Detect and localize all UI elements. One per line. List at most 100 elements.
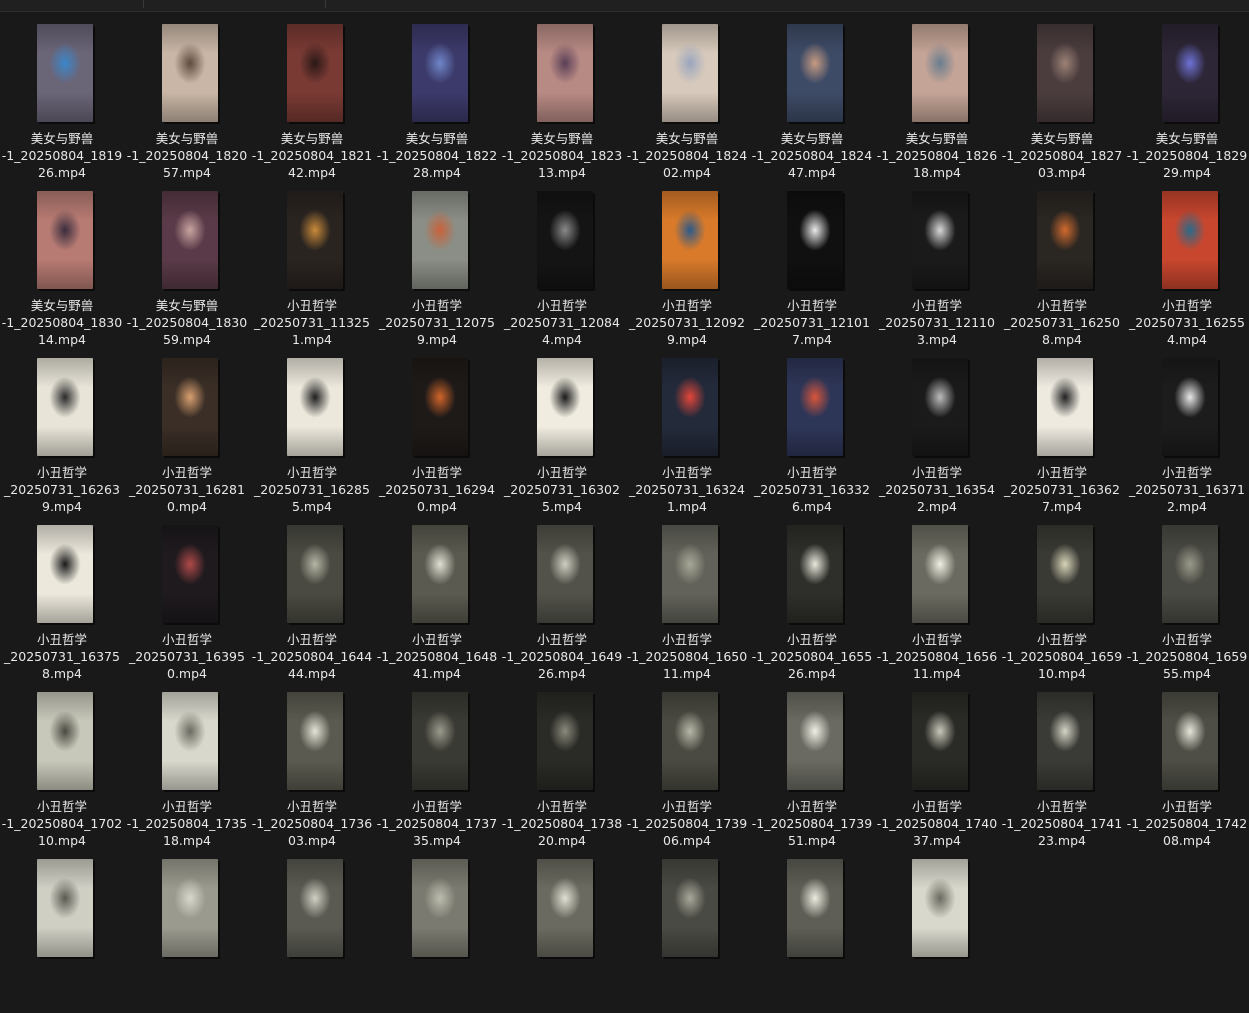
video-thumbnail[interactable]	[412, 358, 468, 456]
video-thumbnail[interactable]	[287, 358, 343, 456]
video-thumbnail[interactable]	[787, 358, 843, 456]
file-item[interactable]	[750, 847, 874, 1013]
file-item[interactable]: 小丑哲学 -1_20250804_1650 11.mp4	[625, 513, 749, 681]
file-item[interactable]: 小丑哲学 -1_20250804_1741 23.mp4	[1000, 680, 1124, 848]
file-item[interactable]: 小丑哲学 _20250731_16324 1.mp4	[625, 346, 749, 514]
file-item[interactable]: 小丑哲学 -1_20250804_1655 26.mp4	[750, 513, 874, 681]
file-item[interactable]: 小丑哲学 -1_20250804_1737 35.mp4	[375, 680, 499, 848]
file-item[interactable]: 美女与野兽 -1_20250804_1827 03.mp4	[1000, 12, 1124, 180]
video-thumbnail[interactable]	[287, 692, 343, 790]
video-thumbnail[interactable]	[37, 24, 93, 122]
video-thumbnail[interactable]	[537, 24, 593, 122]
video-thumbnail[interactable]	[912, 859, 968, 957]
video-thumbnail[interactable]	[37, 859, 93, 957]
video-thumbnail[interactable]	[662, 692, 718, 790]
video-thumbnail[interactable]	[37, 692, 93, 790]
video-thumbnail[interactable]	[787, 525, 843, 623]
file-item[interactable]: 美女与野兽 -1_20250804_1822 28.mp4	[375, 12, 499, 180]
file-item[interactable]: 小丑哲学 _20250731_16285 5.mp4	[250, 346, 374, 514]
file-item[interactable]: 美女与野兽 -1_20250804_1819 26.mp4	[0, 12, 124, 180]
video-thumbnail[interactable]	[912, 525, 968, 623]
video-thumbnail[interactable]	[37, 191, 93, 289]
video-thumbnail[interactable]	[162, 692, 218, 790]
file-item[interactable]: 小丑哲学 -1_20250804_1648 41.mp4	[375, 513, 499, 681]
file-item[interactable]: 美女与野兽 -1_20250804_1826 18.mp4	[875, 12, 999, 180]
file-item[interactable]: 美女与野兽 -1_20250804_1830 14.mp4	[0, 179, 124, 347]
file-item[interactable]: 小丑哲学 _20250731_16375 8.mp4	[0, 513, 124, 681]
video-thumbnail[interactable]	[662, 358, 718, 456]
file-item[interactable]	[500, 847, 624, 1013]
video-thumbnail[interactable]	[912, 358, 968, 456]
file-item[interactable]: 小丑哲学 -1_20250804_1739 06.mp4	[625, 680, 749, 848]
file-item[interactable]: 小丑哲学 -1_20250804_1659 10.mp4	[1000, 513, 1124, 681]
video-thumbnail[interactable]	[787, 859, 843, 957]
video-thumbnail[interactable]	[1037, 24, 1093, 122]
file-item[interactable]	[125, 847, 249, 1013]
video-thumbnail[interactable]	[412, 859, 468, 957]
video-thumbnail[interactable]	[1037, 191, 1093, 289]
file-item[interactable]: 小丑哲学 _20250731_16250 8.mp4	[1000, 179, 1124, 347]
video-thumbnail[interactable]	[787, 692, 843, 790]
file-item[interactable]: 小丑哲学 _20250731_16302 5.mp4	[500, 346, 624, 514]
file-item[interactable]: 小丑哲学 _20250731_16371 2.mp4	[1125, 346, 1249, 514]
file-item[interactable]: 美女与野兽 -1_20250804_1821 42.mp4	[250, 12, 374, 180]
video-thumbnail[interactable]	[1162, 692, 1218, 790]
video-thumbnail[interactable]	[37, 358, 93, 456]
file-item[interactable]: 美女与野兽 -1_20250804_1823 13.mp4	[500, 12, 624, 180]
file-item[interactable]: 小丑哲学 -1_20250804_1742 08.mp4	[1125, 680, 1249, 848]
file-item[interactable]: 小丑哲学 _20250731_16263 9.mp4	[0, 346, 124, 514]
video-thumbnail[interactable]	[912, 24, 968, 122]
video-thumbnail[interactable]	[912, 692, 968, 790]
file-item[interactable]: 小丑哲学 -1_20250804_1735 18.mp4	[125, 680, 249, 848]
video-thumbnail[interactable]	[37, 525, 93, 623]
file-item[interactable]: 小丑哲学 -1_20250804_1659 55.mp4	[1125, 513, 1249, 681]
file-item[interactable]	[875, 847, 999, 1013]
video-thumbnail[interactable]	[787, 191, 843, 289]
video-thumbnail[interactable]	[787, 24, 843, 122]
video-thumbnail[interactable]	[1162, 191, 1218, 289]
video-thumbnail[interactable]	[287, 859, 343, 957]
file-item[interactable]: 小丑哲学 _20250731_12075 9.mp4	[375, 179, 499, 347]
file-item[interactable]: 美女与野兽 -1_20250804_1824 47.mp4	[750, 12, 874, 180]
file-item[interactable]	[625, 847, 749, 1013]
file-item[interactable]: 美女与野兽 -1_20250804_1830 59.mp4	[125, 179, 249, 347]
video-thumbnail[interactable]	[1037, 692, 1093, 790]
video-thumbnail[interactable]	[912, 191, 968, 289]
video-thumbnail[interactable]	[412, 191, 468, 289]
file-item[interactable]: 美女与野兽 -1_20250804_1829 29.mp4	[1125, 12, 1249, 180]
video-thumbnail[interactable]	[1162, 358, 1218, 456]
file-item[interactable]: 小丑哲学 _20250731_12110 3.mp4	[875, 179, 999, 347]
video-thumbnail[interactable]	[287, 191, 343, 289]
file-item[interactable]: 小丑哲学 -1_20250804_1740 37.mp4	[875, 680, 999, 848]
file-item[interactable]	[0, 847, 124, 1013]
file-item[interactable]	[375, 847, 499, 1013]
file-item[interactable]: 小丑哲学 -1_20250804_1644 44.mp4	[250, 513, 374, 681]
video-thumbnail[interactable]	[287, 525, 343, 623]
video-thumbnail[interactable]	[662, 191, 718, 289]
video-thumbnail[interactable]	[162, 859, 218, 957]
video-thumbnail[interactable]	[412, 525, 468, 623]
file-item[interactable]: 小丑哲学 _20250731_16362 7.mp4	[1000, 346, 1124, 514]
file-item[interactable]: 小丑哲学 _20250731_12092 9.mp4	[625, 179, 749, 347]
file-item[interactable]: 美女与野兽 -1_20250804_1820 57.mp4	[125, 12, 249, 180]
file-item[interactable]: 小丑哲学 _20250731_16332 6.mp4	[750, 346, 874, 514]
file-item[interactable]: 小丑哲学 _20250731_16255 4.mp4	[1125, 179, 1249, 347]
file-item[interactable]: 美女与野兽 -1_20250804_1824 02.mp4	[625, 12, 749, 180]
video-thumbnail[interactable]	[162, 358, 218, 456]
file-item[interactable]: 小丑哲学 -1_20250804_1702 10.mp4	[0, 680, 124, 848]
file-item[interactable]: 小丑哲学 -1_20250804_1649 26.mp4	[500, 513, 624, 681]
video-thumbnail[interactable]	[537, 525, 593, 623]
video-thumbnail[interactable]	[537, 859, 593, 957]
video-thumbnail[interactable]	[412, 692, 468, 790]
video-thumbnail[interactable]	[537, 692, 593, 790]
video-thumbnail[interactable]	[1037, 525, 1093, 623]
file-item[interactable]: 小丑哲学 _20250731_12101 7.mp4	[750, 179, 874, 347]
file-item[interactable]: 小丑哲学 _20250731_16281 0.mp4	[125, 346, 249, 514]
file-item[interactable]: 小丑哲学 -1_20250804_1739 51.mp4	[750, 680, 874, 848]
video-thumbnail[interactable]	[662, 525, 718, 623]
file-item[interactable]: 小丑哲学 -1_20250804_1738 20.mp4	[500, 680, 624, 848]
video-thumbnail[interactable]	[537, 191, 593, 289]
file-item[interactable]: 小丑哲学 -1_20250804_1736 03.mp4	[250, 680, 374, 848]
video-thumbnail[interactable]	[1162, 24, 1218, 122]
video-thumbnail[interactable]	[287, 24, 343, 122]
